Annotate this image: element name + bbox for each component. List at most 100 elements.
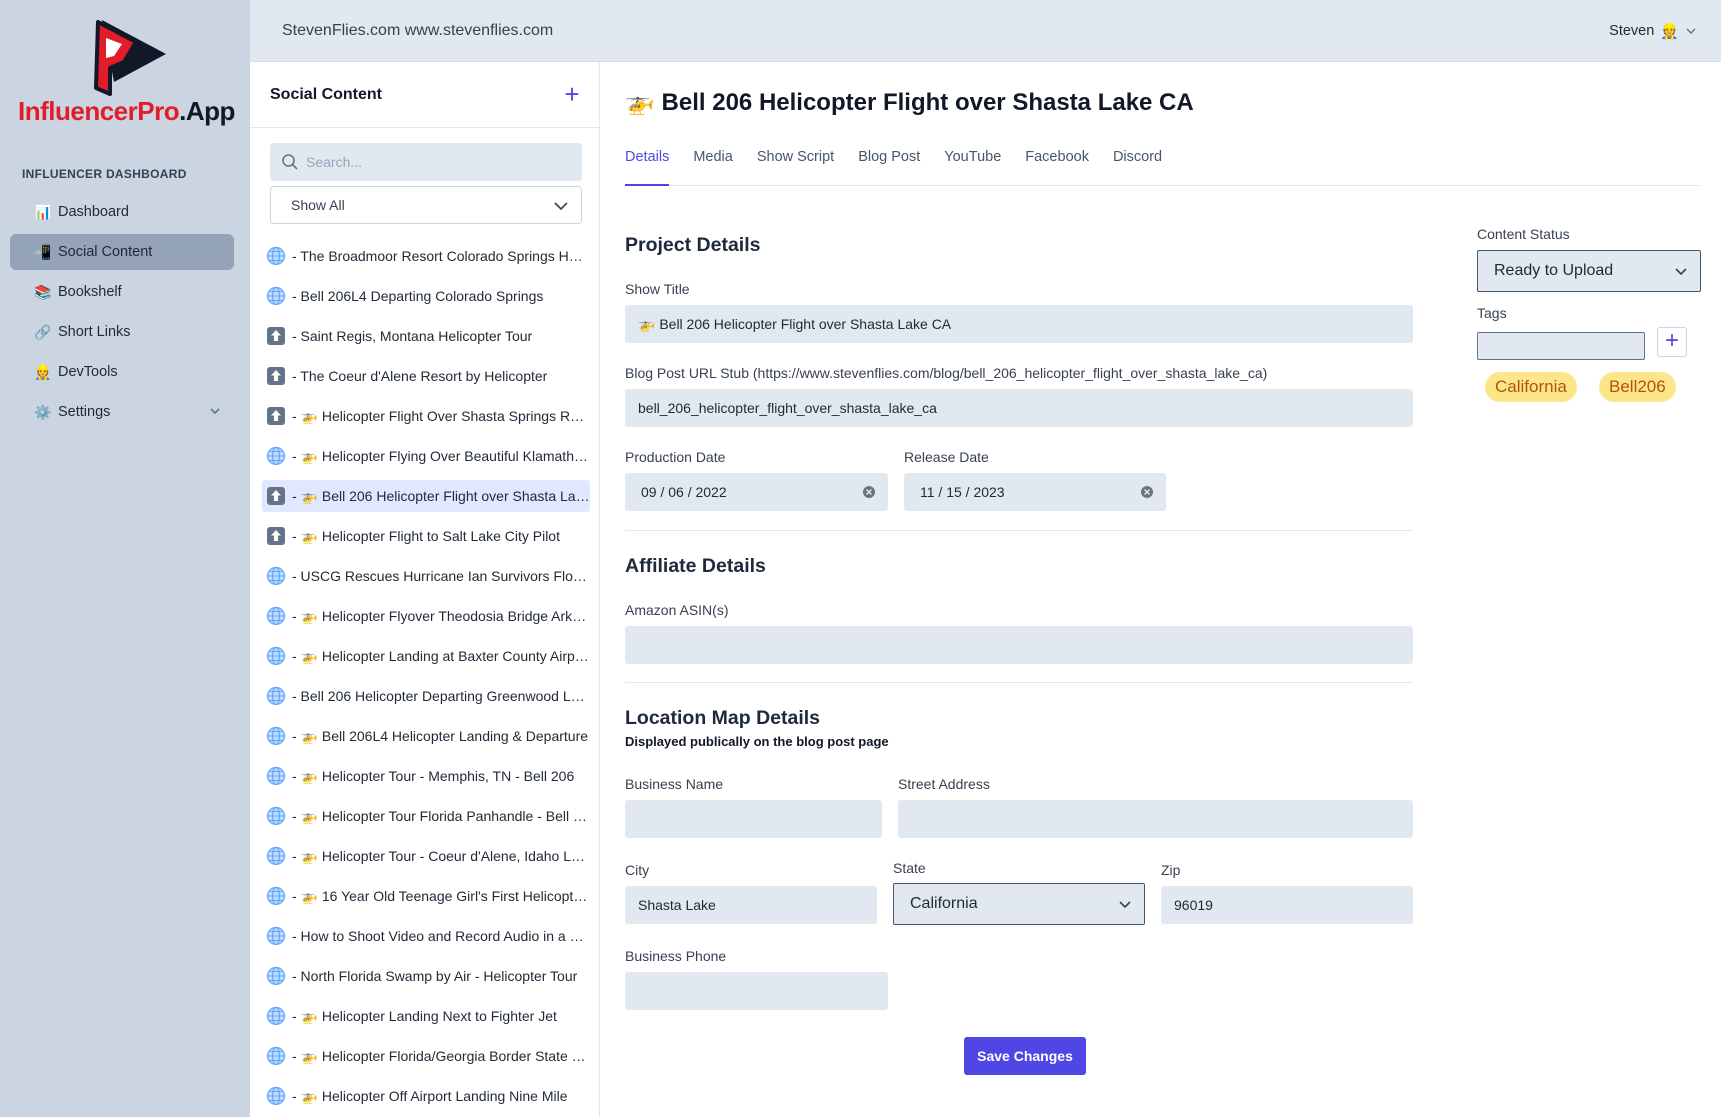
sidebar-item-devtools[interactable]: 👷 DevTools: [10, 354, 234, 390]
list-item[interactable]: - 🚁 Helicopter Tour - Memphis, TN - Bell…: [262, 760, 590, 792]
tab-details[interactable]: Details: [625, 142, 670, 186]
worker-avatar-icon: 👷: [1660, 23, 1679, 40]
state-select[interactable]: California: [893, 883, 1145, 925]
list-item[interactable]: - 🚁 Helicopter Tour Florida Panhandle - …: [262, 800, 590, 832]
globe-icon: [266, 1086, 286, 1106]
clear-icon[interactable]: [1140, 485, 1154, 499]
list-item-title: - Bell 206 Helicopter Departing Greenwoo…: [292, 688, 590, 704]
list-item[interactable]: - 🚁 Bell 206L4 Helicopter Landing & Depa…: [262, 720, 590, 752]
nav-heading: INFLUENCER DASHBOARD: [22, 167, 187, 181]
globe-icon: [266, 1046, 286, 1066]
zip-label: Zip: [1161, 862, 1181, 878]
list-item[interactable]: - 🚁 Helicopter Landing at Baxter County …: [262, 640, 590, 672]
business-name-field[interactable]: [625, 800, 882, 838]
content-list: - The Broadmoor Resort Colorado Springs …: [262, 240, 590, 1117]
list-item-title: - How to Shoot Video and Record Audio in…: [292, 928, 590, 944]
add-content-button[interactable]: +: [558, 81, 586, 110]
save-changes-button[interactable]: Save Changes: [964, 1037, 1086, 1075]
blog-stub-field[interactable]: bell_206_helicopter_flight_over_shasta_l…: [625, 389, 1413, 427]
list-item[interactable]: - Bell 206L4 Departing Colorado Springs: [262, 280, 590, 312]
sidebar: InfluencerPro.App INFLUENCER DASHBOARD 📊…: [0, 0, 250, 1117]
list-item[interactable]: - The Broadmoor Resort Colorado Springs …: [262, 240, 590, 272]
show-title-field[interactable]: 🚁 Bell 206 Helicopter Flight over Shasta…: [625, 305, 1413, 343]
list-item-title: - The Coeur d'Alene Resort by Helicopter: [292, 368, 548, 384]
upload-icon: [266, 406, 286, 426]
location-details-subheading: Displayed publically on the blog post pa…: [625, 734, 889, 749]
list-item[interactable]: - 🚁 Helicopter Landing Next to Fighter J…: [262, 1000, 590, 1032]
list-item-title: - 🚁 Helicopter Flying Over Beautiful Kla…: [292, 447, 590, 464]
sidebar-item-settings[interactable]: ⚙️ Settings: [10, 394, 234, 430]
list-item[interactable]: - 🚁 Helicopter Off Airport Landing Nine …: [262, 1080, 590, 1112]
list-item[interactable]: - The Coeur d'Alene Resort by Helicopter: [262, 360, 590, 392]
filter-select[interactable]: Show All: [270, 186, 582, 224]
city-field[interactable]: Shasta Lake: [625, 886, 877, 924]
production-date-field[interactable]: 09 / 06 / 2022: [625, 473, 888, 511]
globe-icon: [266, 646, 286, 666]
chevron-down-icon: [1119, 901, 1131, 909]
production-date-value: 09 / 06 / 2022: [641, 484, 727, 500]
list-item[interactable]: - 🚁 16 Year Old Teenage Girl's First Hel…: [262, 880, 590, 912]
list-item-title: - 🚁 Helicopter Landing Next to Fighter J…: [292, 1007, 557, 1024]
chevron-down-icon[interactable]: [208, 404, 222, 418]
globe-icon: [266, 886, 286, 906]
list-item[interactable]: - 🚁 Helicopter Florida/Georgia Border St…: [262, 1040, 590, 1072]
release-date-field[interactable]: 11 / 15 / 2023: [904, 473, 1166, 511]
tab-discord[interactable]: Discord: [1113, 142, 1162, 186]
amazon-asin-label: Amazon ASIN(s): [625, 602, 729, 618]
sidebar-item-short-links[interactable]: 🔗 Short Links: [10, 314, 234, 350]
user-menu[interactable]: Steven 👷: [1609, 22, 1697, 40]
amazon-asin-field[interactable]: [625, 626, 1413, 664]
gear-icon: ⚙️: [34, 403, 52, 420]
tab-youtube[interactable]: YouTube: [944, 142, 1001, 186]
tab-facebook[interactable]: Facebook: [1025, 142, 1089, 186]
list-item[interactable]: - USCG Rescues Hurricane Ian Survivors F…: [262, 560, 590, 592]
list-item[interactable]: - North Florida Swamp by Air - Helicopte…: [262, 960, 590, 992]
mobile-phone-icon: 📲: [34, 243, 52, 260]
list-item[interactable]: - 🚁 Helicopter Flying Over Beautiful Kla…: [262, 440, 590, 472]
tab-media[interactable]: Media: [693, 142, 733, 186]
tab-blog-post[interactable]: Blog Post: [858, 142, 920, 186]
logo[interactable]: InfluencerPro.App: [18, 16, 235, 126]
list-item-title: - USCG Rescues Hurricane Ian Survivors F…: [292, 568, 590, 584]
tab-show-script[interactable]: Show Script: [757, 142, 834, 186]
content-status-select[interactable]: Ready to Upload: [1477, 250, 1701, 292]
upload-icon: [266, 526, 286, 546]
tags-input[interactable]: [1477, 332, 1645, 360]
play-logo-icon: [94, 20, 166, 96]
tag-chip[interactable]: Bell206: [1599, 372, 1676, 402]
globe-icon: [266, 726, 286, 746]
list-item-title: - 🚁 Helicopter Flyover Theodosia Bridge …: [292, 607, 590, 624]
add-tag-button[interactable]: +: [1657, 327, 1687, 357]
list-item[interactable]: - 🚁 Helicopter Flyover Theodosia Bridge …: [262, 600, 590, 632]
sidebar-item-label: Short Links: [58, 324, 131, 340]
zip-field[interactable]: 96019: [1161, 886, 1413, 924]
divider: [625, 530, 1413, 531]
list-item-title: - North Florida Swamp by Air - Helicopte…: [292, 968, 578, 984]
list-item[interactable]: - 🚁 Helicopter Tour - Coeur d'Alene, Ida…: [262, 840, 590, 872]
clear-icon[interactable]: [862, 485, 876, 499]
chevron-down-icon: [554, 202, 568, 211]
sidebar-item-social-content[interactable]: 📲 Social Content: [10, 234, 234, 270]
business-name-label: Business Name: [625, 776, 724, 792]
search-input[interactable]: [306, 143, 576, 181]
list-item-title: - 🚁 Bell 206L4 Helicopter Landing & Depa…: [292, 727, 589, 744]
list-item[interactable]: - 🚁 Bell 206 Helicopter Flight over Shas…: [262, 480, 590, 512]
globe-icon: [266, 606, 286, 626]
business-phone-field[interactable]: [625, 972, 888, 1010]
list-item-title: - 🚁 Helicopter Tour - Memphis, TN - Bell…: [292, 767, 575, 784]
globe-icon: [266, 286, 286, 306]
street-address-field[interactable]: [898, 800, 1413, 838]
search-box: [270, 143, 582, 181]
list-item[interactable]: - Bell 206 Helicopter Departing Greenwoo…: [262, 680, 590, 712]
list-item[interactable]: - 🚁 Helicopter Flight to Salt Lake City …: [262, 520, 590, 552]
globe-icon: [266, 246, 286, 266]
list-item-title: - The Broadmoor Resort Colorado Springs …: [292, 248, 590, 264]
list-item[interactable]: - 🚁 Helicopter Flight Over Shasta Spring…: [262, 400, 590, 432]
tag-chip[interactable]: California: [1485, 372, 1577, 402]
sidebar-item-bookshelf[interactable]: 📚 Bookshelf: [10, 274, 234, 310]
list-item[interactable]: - How to Shoot Video and Record Audio in…: [262, 920, 590, 952]
list-item-title: - 🚁 16 Year Old Teenage Girl's First Hel…: [292, 887, 590, 904]
list-item-title: - Bell 206L4 Departing Colorado Springs: [292, 288, 544, 304]
list-item[interactable]: - Saint Regis, Montana Helicopter Tour: [262, 320, 590, 352]
sidebar-item-dashboard[interactable]: 📊 Dashboard: [10, 194, 234, 230]
